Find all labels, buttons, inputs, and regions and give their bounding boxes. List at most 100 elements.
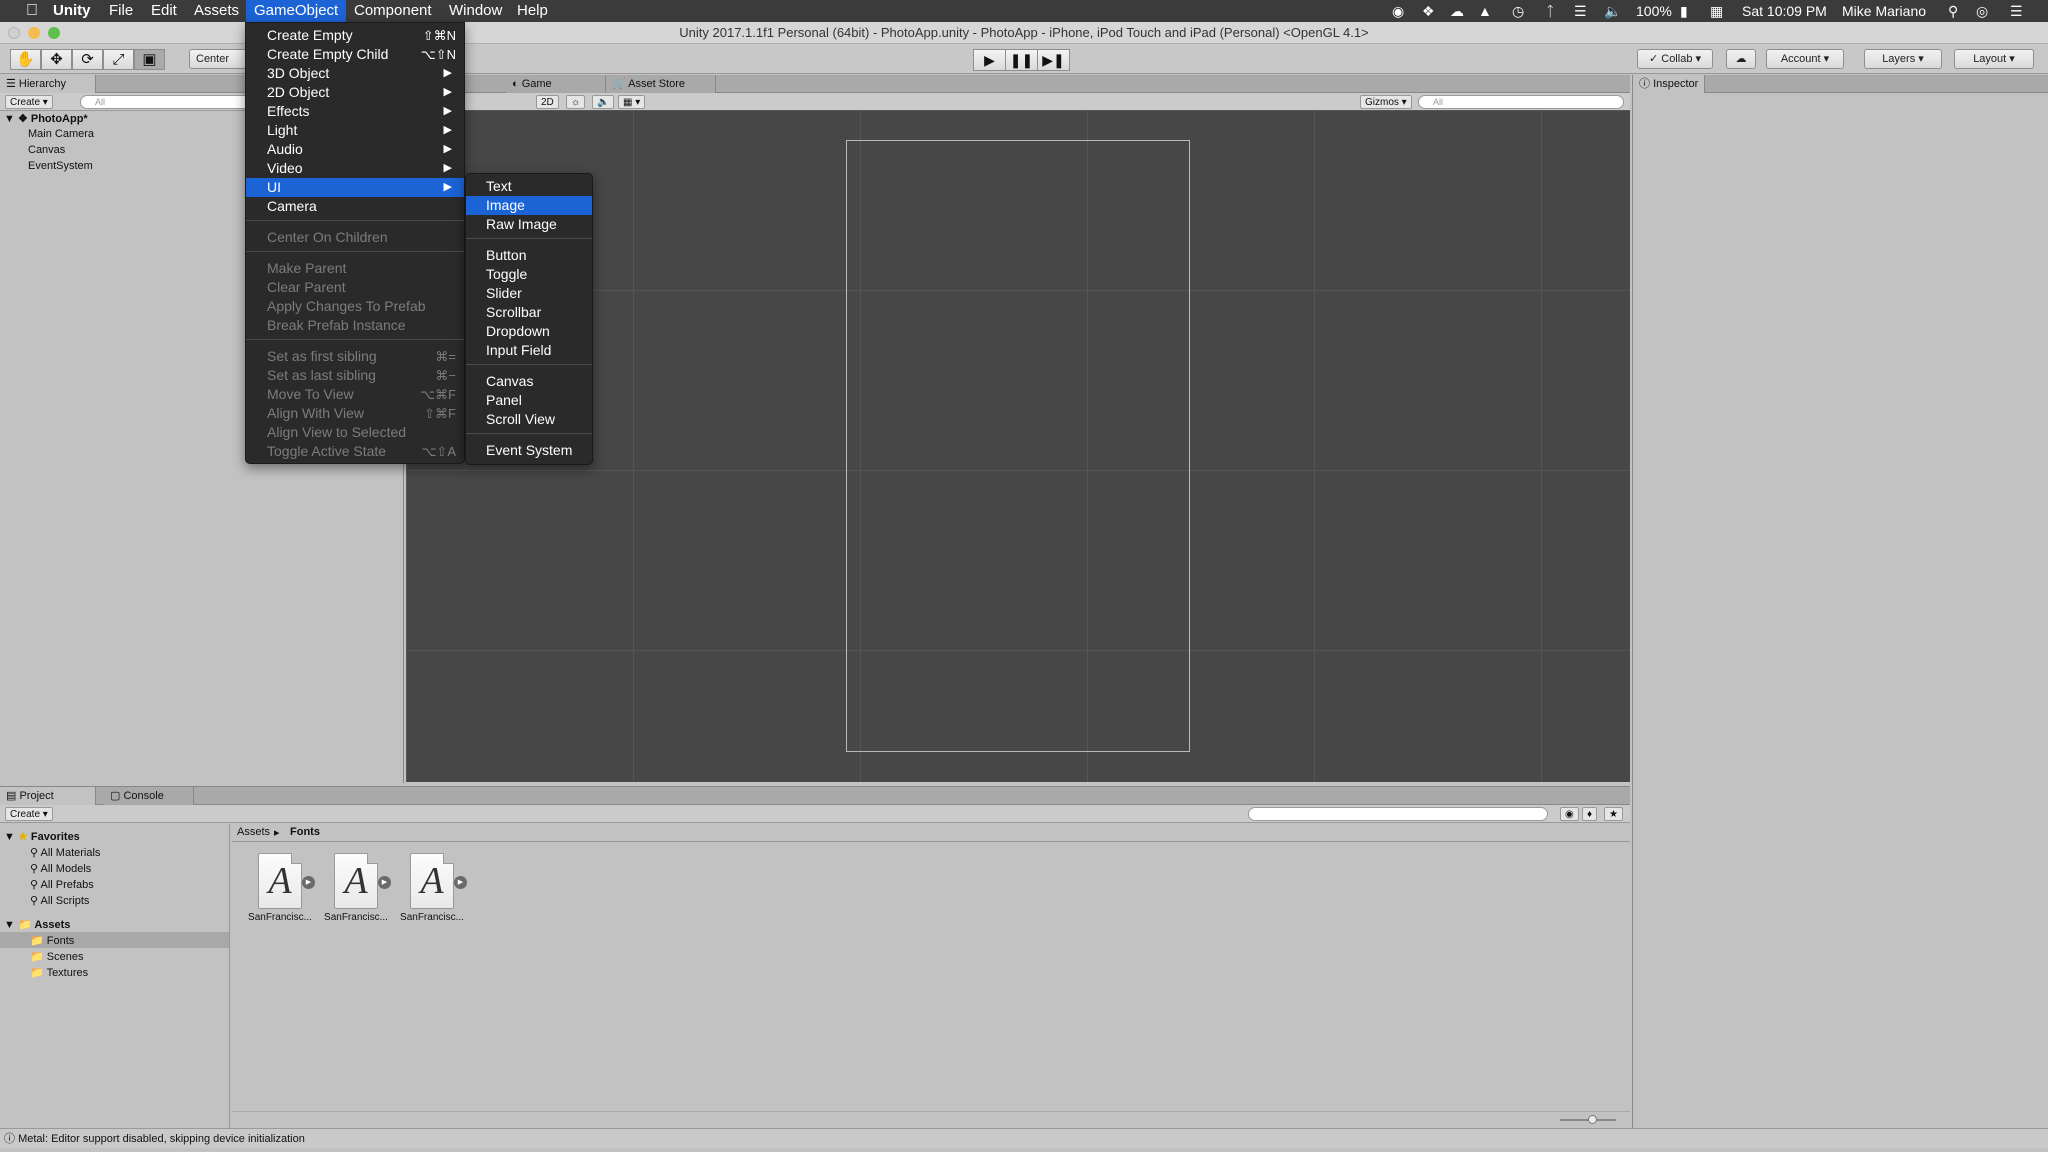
volume-icon[interactable]: 🔈 [1604,0,1621,22]
menu-item-camera[interactable]: Camera [246,197,464,216]
submenu-item-toggle[interactable]: Toggle [466,265,592,284]
favorites-star-icon[interactable]: ★ [1604,807,1623,821]
menubar-user[interactable]: Mike Mariano [1842,0,1926,22]
tab-project[interactable]: ▤ Project [0,787,96,805]
hierarchy-item-main-camera[interactable]: Main Camera [28,128,94,140]
menu-item-video[interactable]: Video ▶ [246,159,464,178]
move-tool-icon[interactable]: ✥ [41,49,72,70]
filter-type-icon[interactable]: ◉ [1560,807,1579,821]
bluetooth-icon[interactable]: ᛏ [1546,0,1554,22]
cloud-icon[interactable]: ☁ [1450,0,1464,22]
siri-icon[interactable]: ◎ [1976,0,1988,22]
menu-assets[interactable]: Assets [186,0,247,22]
scene-root-item[interactable]: ▼ ❖ PhotoApp* [4,112,88,125]
scale-tool-icon[interactable]: ⤢ [103,49,134,70]
submenu-item-panel[interactable]: Panel [466,391,592,410]
account-dropdown[interactable]: Account ▾ [1766,49,1844,69]
submenu-item-event-system[interactable]: Event System [466,441,592,460]
status-message[interactable]: Metal: Editor support disabled, skipping… [18,1133,305,1145]
cloud-services-icon[interactable]: ☁ [1726,49,1756,69]
scene-2d-toggle[interactable]: 2D [536,95,559,109]
submenu-item-input-field[interactable]: Input Field [466,341,592,360]
submenu-item-scrollbar[interactable]: Scrollbar [466,303,592,322]
creative-cloud-icon[interactable]: ◉ [1392,0,1404,22]
filter-label-icon[interactable]: ♦ [1582,807,1598,821]
play-button[interactable]: ▶ [973,49,1006,71]
submenu-item-canvas[interactable]: Canvas [466,372,592,391]
menu-item-effects[interactable]: Effects ▶ [246,102,464,121]
gizmos-dropdown[interactable]: Gizmos ▾ [1360,95,1412,109]
hand-tool-icon[interactable]: ✋ [10,49,41,70]
submenu-item-dropdown[interactable]: Dropdown [466,322,592,341]
hierarchy-item-canvas[interactable]: Canvas [28,144,65,156]
spotlight-search-icon[interactable]: ⚲ [1948,0,1958,22]
scene-effects-icon[interactable]: ▦ ▾ [618,95,646,109]
menu-help[interactable]: Help [509,0,556,22]
menu-window[interactable]: Window [441,0,510,22]
menu-item-2d-object[interactable]: 2D Object ▶ [246,83,464,102]
tab-inspector[interactable]: ⓘ Inspector [1633,75,1705,93]
folder-fonts[interactable]: 📁 Fonts [30,934,74,947]
menu-item-create-empty-child[interactable]: Create Empty Child ⌥⇧N [246,45,464,64]
play-preview-icon[interactable]: ▶ [302,876,315,889]
drive-icon[interactable]: ▲ [1478,0,1492,22]
submenu-item-text[interactable]: Text [466,177,592,196]
submenu-item-button[interactable]: Button [466,246,592,265]
icon-size-slider-thumb[interactable] [1588,1115,1597,1124]
rotate-tool-icon[interactable]: ⟳ [72,49,103,70]
favorite-all-prefabs[interactable]: ⚲ All Prefabs [30,878,94,891]
breadcrumb-fonts[interactable]: Fonts [290,826,320,838]
time-machine-icon[interactable]: ◷ [1512,0,1524,22]
dropbox-icon[interactable]: ❖ [1422,0,1435,22]
submenu-item-scroll-view[interactable]: Scroll View [466,410,592,429]
menu-edit[interactable]: Edit [143,0,185,22]
tab-asset-store[interactable]: 🛒 Asset Store [606,75,716,93]
favorite-all-scripts[interactable]: ⚲ All Scripts [30,894,89,907]
layout-dropdown[interactable]: Layout ▾ [1954,49,2034,69]
tab-game[interactable]: ◐ Game [506,75,606,93]
tab-console[interactable]: ▢ Console [104,787,194,805]
tab-hierarchy[interactable]: ☰ Hierarchy [0,75,96,93]
scene-lighting-icon[interactable]: ☼ [566,95,586,109]
scene-search-input[interactable]: All [1418,95,1624,109]
menu-gameobject[interactable]: GameObject [246,0,347,22]
menubar-clock[interactable]: Sat 10:09 PM [1742,0,1827,22]
favorites-node[interactable]: ▼ ★ Favorites [4,830,80,843]
layers-dropdown[interactable]: Layers ▾ [1864,49,1942,69]
folder-textures[interactable]: 📁 Textures [30,966,88,979]
menu-unity[interactable]: Unity [45,0,99,22]
apple-icon[interactable]:  [18,0,46,22]
project-create-button[interactable]: Create ▾ [5,807,53,821]
calendar-icon[interactable]: ▦ [1710,0,1723,22]
assets-node[interactable]: ▼ 📁 Assets [4,918,70,931]
favorite-all-models[interactable]: ⚲ All Models [30,862,91,875]
font-asset[interactable]: A ▶ SanFrancisc... [245,853,315,923]
submenu-item-image[interactable]: Image [466,196,592,215]
pivot-center-button[interactable]: Center [189,49,249,69]
menu-item-audio[interactable]: Audio ▶ [246,140,464,159]
scene-audio-icon[interactable]: 🔈 [592,95,615,109]
battery-icon[interactable]: ▮ [1680,0,1688,22]
submenu-item-raw-image[interactable]: Raw Image [466,215,592,234]
project-search-input[interactable] [1248,807,1548,821]
play-preview-icon[interactable]: ▶ [454,876,467,889]
collab-button[interactable]: ✓ Collab ▾ [1637,49,1713,69]
menu-file[interactable]: File [101,0,141,22]
favorite-all-materials[interactable]: ⚲ All Materials [30,846,100,859]
menu-item-create-empty[interactable]: Create Empty ⇧⌘N [246,26,464,45]
wifi-icon[interactable]: ☰ [1574,0,1587,22]
breadcrumb-assets[interactable]: Assets [237,826,270,838]
step-button[interactable]: ▶❚ [1037,49,1070,71]
folder-scenes[interactable]: 📁 Scenes [30,950,83,963]
font-asset[interactable]: A ▶ SanFrancisc... [321,853,391,923]
hierarchy-create-button[interactable]: Create ▾ [5,95,53,109]
pause-button[interactable]: ❚❚ [1005,49,1038,71]
play-preview-icon[interactable]: ▶ [378,876,391,889]
submenu-item-slider[interactable]: Slider [466,284,592,303]
menu-item-ui[interactable]: UI ▶ [246,178,464,197]
notification-center-icon[interactable]: ☰ [2010,0,2023,22]
font-asset[interactable]: A ▶ SanFrancisc... [397,853,467,923]
hierarchy-item-eventsystem[interactable]: EventSystem [28,160,93,172]
menu-component[interactable]: Component [346,0,440,22]
rect-tool-icon[interactable]: ▣ [134,49,165,70]
